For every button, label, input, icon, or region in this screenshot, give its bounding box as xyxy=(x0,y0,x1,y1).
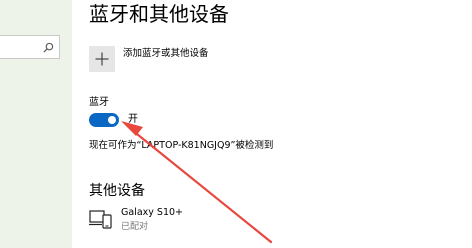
add-device-label[interactable]: 添加蓝牙或其他设备 xyxy=(123,47,209,61)
device-item[interactable]: Galaxy S10+ 已配对 xyxy=(89,206,239,238)
device-status: 已配对 xyxy=(121,222,149,232)
search-icon[interactable] xyxy=(43,42,54,53)
add-device-button[interactable] xyxy=(89,46,115,72)
search-input[interactable] xyxy=(0,36,48,58)
toggle-knob xyxy=(108,116,116,124)
sidebar xyxy=(0,0,72,248)
other-devices-heading: 其他设备 xyxy=(89,183,145,199)
bluetooth-toggle[interactable] xyxy=(89,113,119,127)
device-name: Galaxy S10+ xyxy=(121,207,183,218)
search-box[interactable] xyxy=(0,35,60,59)
phone-laptop-icon xyxy=(89,210,112,229)
discoverable-text: 现在可作为“LAPTOP-K81NGJQ9”被检测到 xyxy=(89,140,274,151)
bluetooth-label: 蓝牙 xyxy=(89,97,109,108)
bluetooth-state-text: 开 xyxy=(128,114,138,125)
plus-icon xyxy=(95,52,109,66)
page-title: 蓝牙和其他设备 xyxy=(89,2,229,26)
